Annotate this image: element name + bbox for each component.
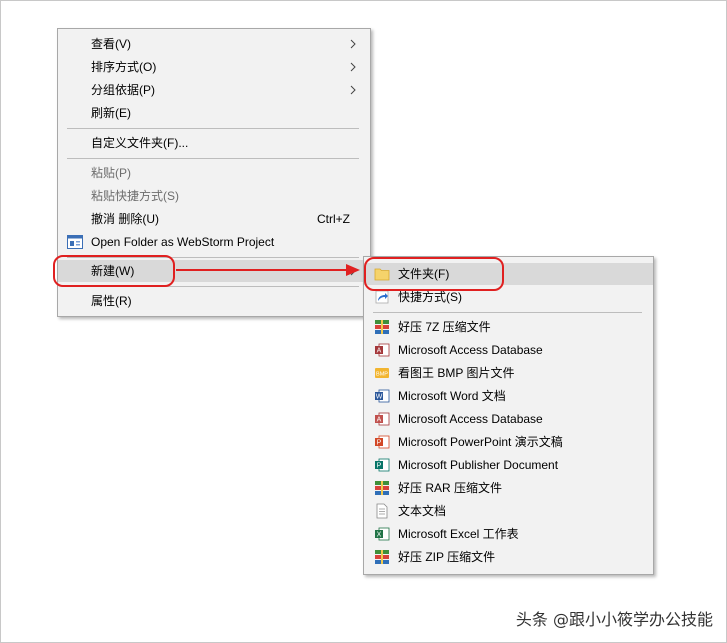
access-icon: A xyxy=(375,343,390,357)
menu-item-sort-by[interactable]: 排序方式(O) xyxy=(58,56,370,78)
menu-item-label: 属性(R) xyxy=(91,294,132,308)
text-document-icon xyxy=(376,503,388,519)
menu-item-label: 刷新(E) xyxy=(91,106,131,120)
chevron-right-icon xyxy=(350,62,356,72)
shortcut-icon xyxy=(375,290,389,304)
svg-text:X: X xyxy=(377,532,382,539)
submenu-item-label: Microsoft Publisher Document xyxy=(398,458,559,472)
menu-item-label: 自定义文件夹(F)... xyxy=(91,136,189,150)
menu-item-paste-shortcut[interactable]: 粘贴快捷方式(S) xyxy=(58,185,370,207)
word-icon: W xyxy=(375,389,390,403)
submenu-item-bmp-image[interactable]: BMP 看图王 BMP 图片文件 xyxy=(364,362,653,384)
submenu-item-haozip-zip[interactable]: 好压 ZIP 压缩文件 xyxy=(364,546,653,568)
svg-text:P: P xyxy=(377,463,382,470)
menu-item-label: 撤消 删除(U) xyxy=(91,212,159,226)
menu-item-shortcut: Ctrl+Z xyxy=(317,212,350,226)
svg-text:W: W xyxy=(376,394,383,401)
bmp-icon: BMP xyxy=(375,368,389,378)
new-submenu: 文件夹(F) 快捷方式(S) 好压 7Z 压缩文件 A Microsoft Ac… xyxy=(363,256,654,575)
svg-text:BMP: BMP xyxy=(376,372,388,378)
folder-item-highlight-outline xyxy=(364,257,504,291)
submenu-item-haozip-rar[interactable]: 好压 RAR 压缩文件 xyxy=(364,477,653,499)
excel-icon: X xyxy=(375,527,390,541)
submenu-item-label: Microsoft Word 文档 xyxy=(398,389,506,403)
webstorm-project-icon xyxy=(67,235,83,249)
submenu-item-text-document[interactable]: 文本文档 xyxy=(364,500,653,522)
submenu-item-label: 看图王 BMP 图片文件 xyxy=(398,366,515,380)
svg-text:A: A xyxy=(377,348,382,355)
menu-item-customize-folder[interactable]: 自定义文件夹(F)... xyxy=(58,132,370,154)
submenu-item-powerpoint[interactable]: P Microsoft PowerPoint 演示文稿 xyxy=(364,431,653,453)
svg-text:A: A xyxy=(377,417,382,424)
svg-text:P: P xyxy=(377,440,382,447)
menu-item-label: 查看(V) xyxy=(91,37,131,51)
submenu-item-label: Microsoft PowerPoint 演示文稿 xyxy=(398,435,563,449)
menu-item-undo-delete[interactable]: 撤消 删除(U) Ctrl+Z xyxy=(58,208,370,230)
menu-item-label: Open Folder as WebStorm Project xyxy=(91,235,275,249)
menu-item-label: 分组依据(P) xyxy=(91,83,155,97)
publisher-icon: P xyxy=(375,458,390,472)
menu-item-group-by[interactable]: 分组依据(P) xyxy=(58,79,370,101)
submenu-item-label: Microsoft Access Database xyxy=(398,343,543,357)
access-icon: A xyxy=(375,412,390,426)
archive-icon xyxy=(375,320,389,334)
submenu-item-label: Microsoft Access Database xyxy=(398,412,543,426)
submenu-item-access-database-2[interactable]: A Microsoft Access Database xyxy=(364,408,653,430)
submenu-item-label: 好压 ZIP 压缩文件 xyxy=(398,550,496,564)
chevron-right-icon xyxy=(350,85,356,95)
menu-separator xyxy=(67,128,359,129)
submenu-item-label: 文本文档 xyxy=(398,504,447,518)
archive-icon xyxy=(375,550,389,564)
archive-icon xyxy=(375,481,389,495)
menu-item-properties[interactable]: 属性(R) xyxy=(58,290,370,312)
menu-separator xyxy=(67,158,359,159)
menu-item-label: 排序方式(O) xyxy=(91,60,157,74)
menu-item-open-webstorm[interactable]: Open Folder as WebStorm Project xyxy=(58,231,370,253)
watermark-text: 头条 @跟小小筱学办公技能 xyxy=(515,610,713,629)
submenu-item-haozip-7z[interactable]: 好压 7Z 压缩文件 xyxy=(364,316,653,338)
submenu-item-label: 好压 RAR 压缩文件 xyxy=(398,481,503,495)
menu-item-view[interactable]: 查看(V) xyxy=(58,33,370,55)
menu-item-label: 粘贴快捷方式(S) xyxy=(91,189,179,203)
chevron-right-icon xyxy=(350,266,356,276)
submenu-item-word-document[interactable]: W Microsoft Word 文档 xyxy=(364,385,653,407)
chevron-right-icon xyxy=(350,39,356,49)
menu-item-refresh[interactable]: 刷新(E) xyxy=(58,102,370,124)
submenu-item-publisher[interactable]: P Microsoft Publisher Document xyxy=(364,454,653,476)
powerpoint-icon: P xyxy=(375,435,390,449)
submenu-item-label: 好压 7Z 压缩文件 xyxy=(398,320,491,334)
menu-item-paste[interactable]: 粘贴(P) xyxy=(58,162,370,184)
menu-separator xyxy=(373,312,642,313)
submenu-item-label: Microsoft Excel 工作表 xyxy=(398,527,519,541)
menu-item-label: 粘贴(P) xyxy=(91,166,131,180)
submenu-item-access-database[interactable]: A Microsoft Access Database xyxy=(364,339,653,361)
submenu-item-excel[interactable]: X Microsoft Excel 工作表 xyxy=(364,523,653,545)
new-item-highlight-outline xyxy=(53,255,175,287)
